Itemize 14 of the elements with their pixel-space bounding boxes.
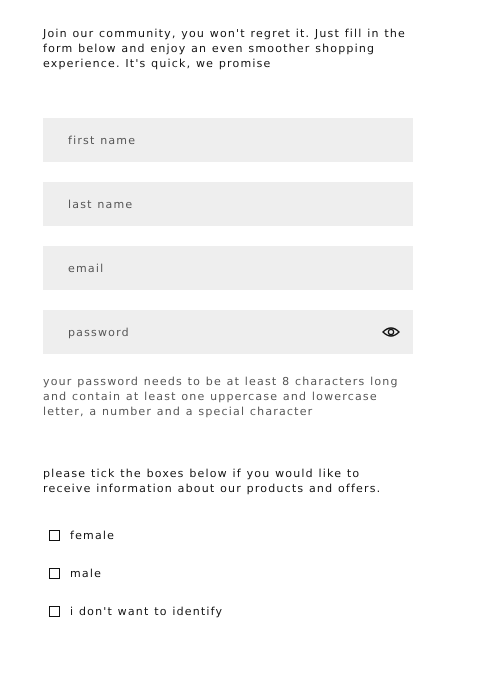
intro-text: Join our community, you won't regret it. Just fill in the form below and enjoy an even smoother shopping experience. It's quick, we promise — [43, 26, 408, 71]
checkbox[interactable] — [49, 606, 60, 617]
text-field[interactable]: email — [43, 246, 413, 290]
checkbox[interactable] — [49, 530, 60, 541]
checkbox-label[interactable]: male — [70, 567, 102, 580]
checkbox[interactable] — [49, 568, 60, 579]
eye-icon[interactable] — [382, 326, 400, 338]
checkbox-label[interactable]: female — [70, 529, 116, 542]
text-field[interactable]: first name — [43, 118, 413, 162]
consent-text: please tick the boxes below if you would like to receive information about our products and offers. — [43, 466, 382, 496]
password-field[interactable]: password — [43, 310, 413, 354]
password-hint: your password needs to be at least 8 characters long and contain at least one uppercase and lowercase letter, a number and a special character — [43, 374, 400, 419]
checkbox-label[interactable]: i don't want to identify — [70, 605, 224, 618]
text-field[interactable]: last name — [43, 182, 413, 226]
